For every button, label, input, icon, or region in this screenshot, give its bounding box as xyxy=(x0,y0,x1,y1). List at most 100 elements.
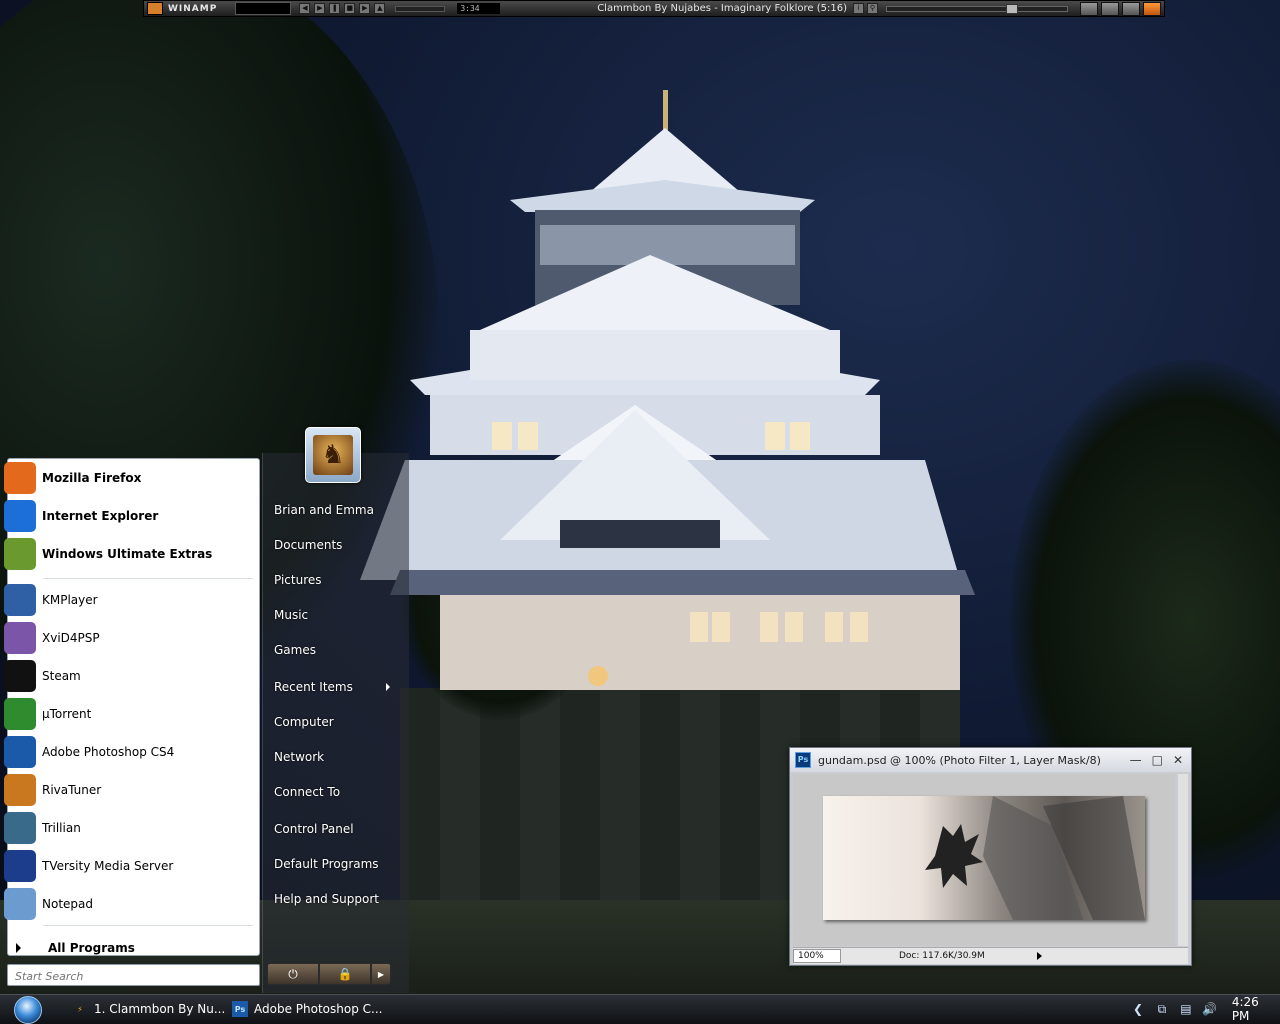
minimize-icon[interactable] xyxy=(1080,1,1098,16)
start-menu-link[interactable]: Computer xyxy=(274,715,334,729)
start-menu-item[interactable]: TVersity Media Server xyxy=(4,848,248,884)
minimize-icon[interactable]: — xyxy=(1130,753,1142,767)
start-menu-item[interactable]: Notepad xyxy=(4,886,248,922)
steam-icon xyxy=(4,660,36,692)
start-menu-item[interactable]: µTorrent xyxy=(4,696,248,732)
ultimate-extras-icon xyxy=(4,538,36,570)
start-menu-link[interactable]: Help and Support xyxy=(274,892,379,906)
start-menu-link[interactable]: Connect To xyxy=(274,785,340,799)
volume-slider[interactable] xyxy=(395,5,446,12)
start-menu-item-label: Steam xyxy=(42,669,81,683)
clock[interactable]: 4:26 PM xyxy=(1232,995,1280,1023)
internet-explorer-icon xyxy=(4,500,36,532)
winamp-title: WINAMP xyxy=(168,3,218,14)
ps-vertical-scrollbar[interactable] xyxy=(1178,774,1188,946)
start-menu-link[interactable]: Default Programs xyxy=(274,857,379,871)
close-icon[interactable]: ✕ xyxy=(1173,753,1183,767)
winamp-time: 3:34 xyxy=(457,3,501,14)
start-menu-separator xyxy=(43,578,253,579)
start-menu-item-label: Mozilla Firefox xyxy=(42,471,142,485)
power-controls: ⏻ 🔒 ▶ xyxy=(267,963,393,987)
eject-icon[interactable]: ▲ xyxy=(374,3,386,14)
taskbar-button-winamp[interactable]: ⚡ 1. Clammbon By Nu... xyxy=(72,997,225,1021)
start-menu-item-label: XviD4PSP xyxy=(42,631,100,645)
start-menu-item[interactable]: Windows Ultimate Extras xyxy=(4,536,248,572)
start-search-input[interactable] xyxy=(13,966,257,986)
start-menu-item[interactable]: RivaTuner xyxy=(4,772,248,808)
ps-document-title: gundam.psd @ 100% (Photo Filter 1, Layer… xyxy=(818,753,1101,767)
all-programs-button[interactable]: All Programs xyxy=(4,938,248,958)
volume-icon[interactable]: 🔊 xyxy=(1202,1001,1218,1017)
previous-icon[interactable]: ◀ xyxy=(299,3,311,14)
ps-document-image[interactable] xyxy=(823,796,1145,920)
photoshop-document-window[interactable]: Ps gundam.psd @ 100% (Photo Filter 1, La… xyxy=(789,747,1192,966)
maximize-icon[interactable]: □ xyxy=(1152,753,1163,767)
start-menu-item[interactable]: Adobe Photoshop CS4 xyxy=(4,734,248,770)
show-hidden-icons-icon[interactable]: ❮ xyxy=(1130,1001,1146,1017)
photoshop-icon xyxy=(4,736,36,768)
winamp-window-buttons xyxy=(1080,1,1161,16)
lock-button[interactable]: 🔒 xyxy=(319,963,371,985)
seek-bar[interactable] xyxy=(886,3,1068,14)
start-menu-item-label: KMPlayer xyxy=(42,593,98,607)
power-icon: ⏻ xyxy=(288,966,298,981)
start-menu-link[interactable]: Music xyxy=(274,608,308,622)
start-menu-link[interactable]: Documents xyxy=(274,538,342,552)
status-menu-arrow-icon[interactable] xyxy=(1036,952,1042,960)
start-menu-item-label: Trillian xyxy=(42,821,81,835)
taskbar-button-photoshop[interactable]: Ps Adobe Photoshop C... xyxy=(232,997,382,1021)
shade-icon[interactable] xyxy=(1101,1,1119,16)
start-menu-item[interactable]: KMPlayer xyxy=(4,582,248,618)
ps-zoom-field[interactable]: 100% xyxy=(793,949,841,963)
winamp-visualizer[interactable] xyxy=(235,2,292,15)
maximize-icon[interactable] xyxy=(1122,1,1140,16)
start-menu-link[interactable]: Control Panel xyxy=(274,822,354,836)
seek-knob[interactable] xyxy=(1006,3,1018,14)
ps-title-bar[interactable]: Ps gundam.psd @ 100% (Photo Filter 1, La… xyxy=(790,748,1191,772)
start-menu-item[interactable]: XviD4PSP xyxy=(4,620,248,656)
pause-icon[interactable]: ❚ xyxy=(329,3,341,14)
close-icon[interactable] xyxy=(1143,1,1161,16)
start-menu-item-label: Notepad xyxy=(42,897,93,911)
start-menu-link[interactable]: Network xyxy=(274,750,324,764)
winamp-bar[interactable]: WINAMP ◀ ▶ ❚ ■ ▶ ▲ 3:34 Clammbon By Nuja… xyxy=(143,0,1165,17)
rivatuner-icon xyxy=(4,774,36,806)
start-menu-item[interactable]: Mozilla Firefox xyxy=(4,460,248,496)
bluetooth-icon[interactable]: ⧉ xyxy=(1154,1001,1170,1017)
stop-icon[interactable]: ■ xyxy=(344,3,356,14)
next-icon[interactable]: ▶ xyxy=(359,3,371,14)
network-icon[interactable]: ▤ xyxy=(1178,1001,1194,1017)
start-menu-item-label: Windows Ultimate Extras xyxy=(42,547,213,561)
start-search-box[interactable] xyxy=(7,964,260,986)
notepad-icon xyxy=(4,888,36,920)
start-menu-link[interactable]: Recent Items xyxy=(274,680,353,694)
ps-canvas-area[interactable] xyxy=(793,774,1175,946)
info-icon[interactable]: i xyxy=(853,3,864,14)
winamp-icon: ⚡ xyxy=(77,1004,83,1014)
shutdown-options-button[interactable]: ▶ xyxy=(371,963,391,985)
taskbar-button-label: 1. Clammbon By Nu... xyxy=(94,1002,226,1016)
start-menu-item-label: TVersity Media Server xyxy=(42,859,174,873)
start-menu-item[interactable]: Trillian xyxy=(4,810,248,846)
start-menu-item[interactable]: Internet Explorer xyxy=(4,498,248,534)
winamp-logo-icon[interactable] xyxy=(147,2,163,15)
tversity-icon xyxy=(4,850,36,882)
artwork-graphic xyxy=(925,796,1145,920)
kmplayer-icon xyxy=(4,584,36,616)
user-picture[interactable]: ♞ xyxy=(305,427,361,483)
start-menu-link[interactable]: Games xyxy=(274,643,316,657)
start-menu-separator xyxy=(43,925,253,926)
start-menu-link[interactable]: Brian and Emma xyxy=(274,503,374,517)
search-icon[interactable]: ⚲ xyxy=(867,3,878,14)
lock-icon: 🔒 xyxy=(337,967,353,981)
arrow-right-icon: ▶ xyxy=(377,969,385,979)
power-button[interactable]: ⏻ xyxy=(267,963,319,985)
start-button[interactable] xyxy=(14,996,42,1024)
ps-window-buttons: — □ ✕ xyxy=(1130,753,1183,767)
play-icon[interactable]: ▶ xyxy=(314,3,326,14)
start-menu-link[interactable]: Pictures xyxy=(274,573,322,587)
submenu-arrow-icon xyxy=(386,683,390,691)
start-menu-item[interactable]: Steam xyxy=(4,658,248,694)
arrow-right-icon xyxy=(16,943,21,953)
chess-piece-icon: ♞ xyxy=(313,435,353,475)
